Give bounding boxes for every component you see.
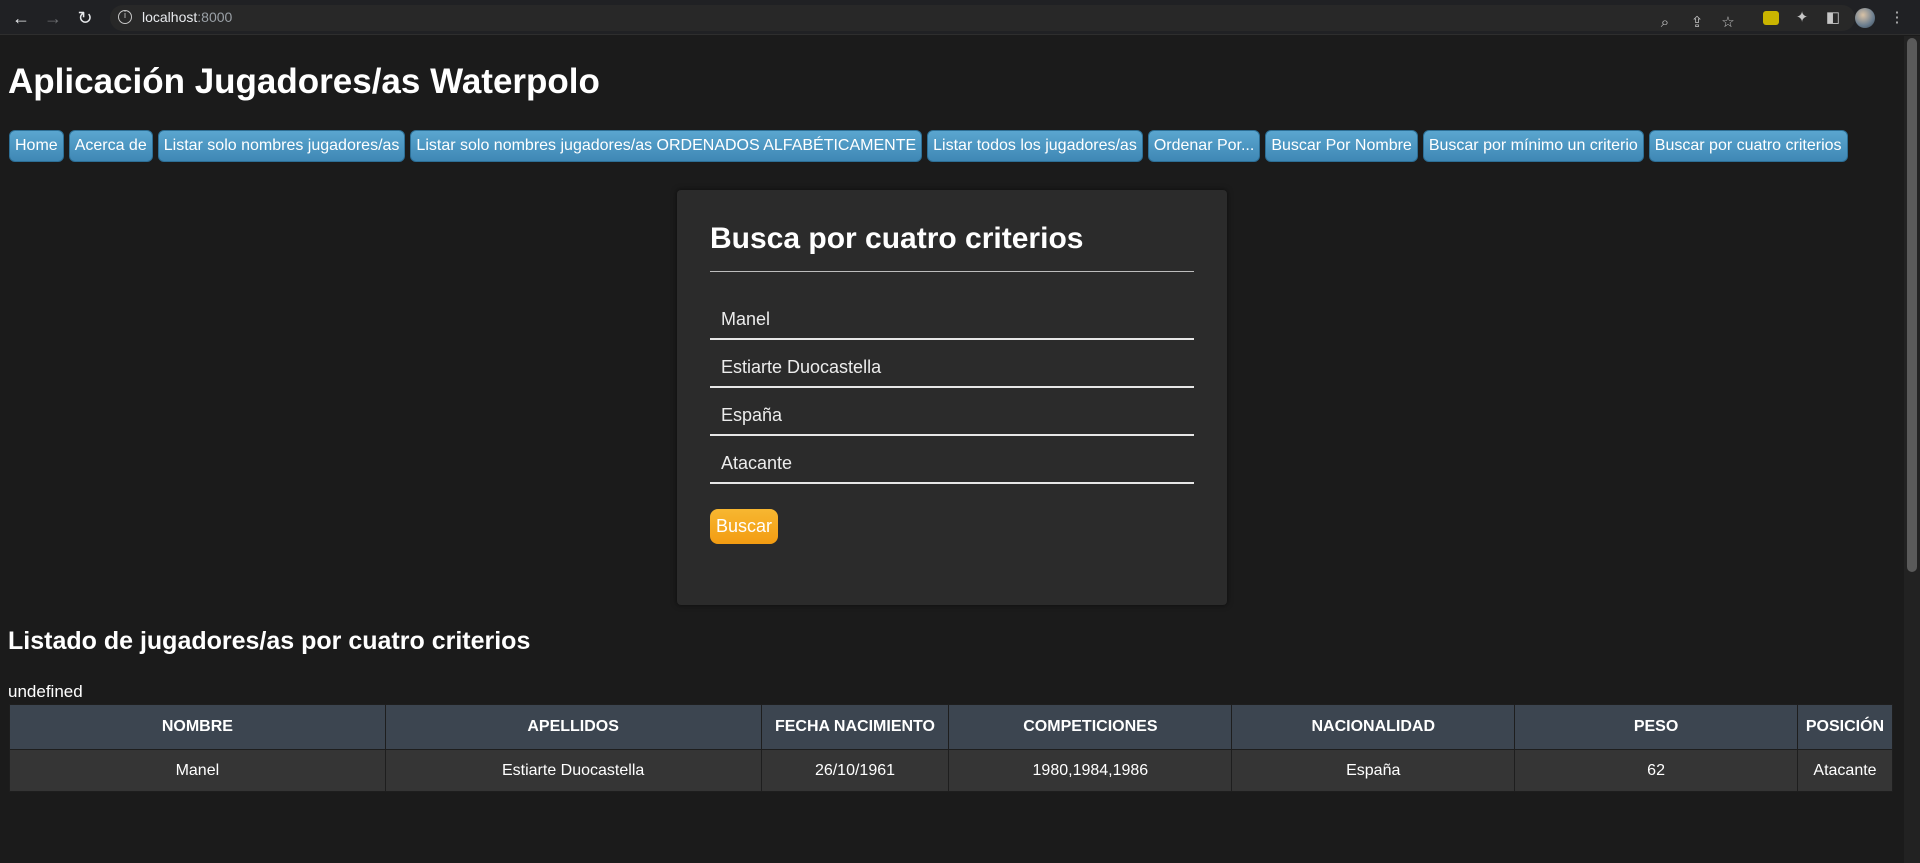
- extension-icon[interactable]: [1763, 11, 1779, 25]
- browser-toolbar: ← → ↻ i localhost:8000 ⌕ ⇪ ☆ ✦ ◧ ⋮: [0, 0, 1920, 35]
- results-note: undefined: [8, 682, 83, 701]
- results-table: NOMBRE APELLIDOS FECHA NACIMIENTO COMPET…: [9, 704, 1894, 792]
- column-header: NACIONALIDAD: [1231, 704, 1516, 750]
- nationality-field-wrapper: [710, 390, 1194, 436]
- surname-field[interactable]: [710, 342, 1194, 386]
- reload-icon[interactable]: ↻: [74, 7, 96, 29]
- app-title: Aplicación Jugadores/as Waterpolo: [8, 62, 600, 101]
- position-field[interactable]: [710, 438, 1194, 482]
- table-row: Manel Estiarte Duocastella 26/10/1961 19…: [9, 749, 1894, 792]
- side-panel-icon[interactable]: ◧: [1823, 8, 1843, 28]
- nav-sort-by-button[interactable]: Ordenar Por...: [1147, 130, 1261, 162]
- nav-home-button[interactable]: Home: [9, 130, 64, 162]
- main-nav: Home Acerca de Listar solo nombres jugad…: [9, 130, 1848, 162]
- column-header: FECHA NACIMIENTO: [760, 704, 950, 750]
- column-header: NOMBRE: [9, 704, 386, 750]
- table-cell: Atacante: [1796, 749, 1894, 792]
- zoom-icon[interactable]: ⌕: [1655, 13, 1675, 33]
- form-title: Busca por cuatro criterios: [710, 222, 1084, 255]
- name-field[interactable]: [710, 294, 1194, 338]
- extensions-puzzle-icon[interactable]: ✦: [1792, 8, 1812, 28]
- surname-field-wrapper: [710, 342, 1194, 388]
- column-header: PESO: [1514, 704, 1798, 750]
- nav-search-name-button[interactable]: Buscar Por Nombre: [1265, 130, 1418, 162]
- search-form-card: Busca por cuatro criterios Buscar: [677, 190, 1227, 605]
- nav-list-names-button[interactable]: Listar solo nombres jugadores/as: [157, 130, 406, 162]
- page-scrollbar[interactable]: [1904, 36, 1920, 863]
- table-header-row: NOMBRE APELLIDOS FECHA NACIMIENTO COMPET…: [9, 704, 1894, 750]
- nav-search-four-criteria-button[interactable]: Buscar por cuatro criterios: [1648, 130, 1848, 162]
- url-text[interactable]: localhost:8000: [142, 9, 232, 25]
- position-field-wrapper: [710, 438, 1194, 484]
- share-icon[interactable]: ⇪: [1687, 13, 1707, 33]
- column-header: COMPETICIONES: [948, 704, 1233, 750]
- table-cell: 26/10/1961: [760, 749, 950, 792]
- table-cell: 1980,1984,1986: [948, 749, 1233, 792]
- table-cell: Manel: [9, 749, 386, 792]
- site-info-icon[interactable]: i: [118, 10, 132, 24]
- profile-avatar[interactable]: [1855, 8, 1875, 28]
- bookmark-star-icon[interactable]: ☆: [1718, 13, 1738, 33]
- address-bar[interactable]: i localhost:8000 ⌕ ⇪ ☆: [110, 5, 1855, 31]
- nav-about-button[interactable]: Acerca de: [68, 130, 153, 162]
- nav-list-all-button[interactable]: Listar todos los jugadores/as: [927, 130, 1143, 162]
- back-arrow-icon[interactable]: ←: [10, 7, 32, 29]
- scrollbar-thumb[interactable]: [1907, 38, 1917, 572]
- table-cell: 62: [1514, 749, 1798, 792]
- column-header: APELLIDOS: [384, 704, 762, 750]
- table-cell: España: [1231, 749, 1516, 792]
- name-field-wrapper: [710, 294, 1194, 340]
- column-header: POSICIÓN: [1796, 704, 1894, 750]
- table-cell: Estiarte Duocastella: [384, 749, 762, 792]
- menu-kebab-icon[interactable]: ⋮: [1887, 8, 1907, 28]
- nav-search-min-criteria-button[interactable]: Buscar por mínimo un criterio: [1422, 130, 1644, 162]
- form-divider: [710, 271, 1194, 272]
- nationality-field[interactable]: [710, 390, 1194, 434]
- search-button[interactable]: Buscar: [710, 509, 778, 544]
- forward-arrow-icon[interactable]: →: [42, 7, 64, 29]
- nav-list-names-sorted-button[interactable]: Listar solo nombres jugadores/as ORDENAD…: [410, 130, 923, 162]
- results-title: Listado de jugadores/as por cuatro crite…: [8, 627, 531, 655]
